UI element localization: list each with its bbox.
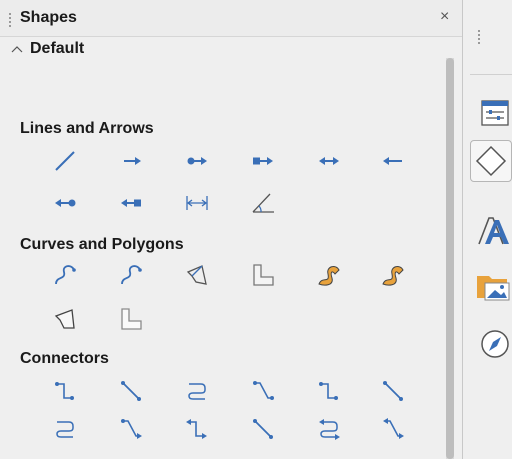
line-connector-arrow-icon[interactable]	[118, 416, 144, 442]
angle-line-icon[interactable]	[250, 190, 276, 216]
styles-icon	[478, 217, 509, 245]
curved-connector-arrows-icon[interactable]	[52, 416, 78, 442]
line-arrow-start-icon[interactable]	[380, 148, 406, 174]
shapes-icon	[475, 145, 507, 177]
square-line-icon[interactable]	[118, 190, 144, 216]
compass-icon	[481, 330, 509, 358]
freeform-filled-icon[interactable]	[380, 262, 406, 288]
curved-connector-arrows-2-icon[interactable]	[316, 416, 342, 442]
connector-arrows-icon[interactable]	[184, 416, 210, 442]
sidebar-separator	[470, 74, 512, 75]
polygon-45-icon[interactable]	[250, 262, 276, 288]
curve-icon[interactable]	[52, 262, 78, 288]
line-connector-icon[interactable]	[250, 378, 276, 404]
line-square-arrow-icon[interactable]	[250, 148, 276, 174]
properties-icon	[481, 100, 509, 126]
chevron-up-icon	[11, 46, 23, 53]
line-arrow-end-icon[interactable]	[118, 148, 144, 174]
line-icon[interactable]	[52, 148, 78, 174]
curved-connector-icon[interactable]	[184, 378, 210, 404]
line-circle-arrow-icon[interactable]	[184, 148, 210, 174]
shapes-panel: Shapes × Default Lines and Arrows Curves…	[0, 0, 462, 459]
panel-title: Shapes	[20, 9, 77, 26]
line-connector-arrows-icon[interactable]	[380, 416, 406, 442]
gallery-button[interactable]	[473, 266, 512, 306]
sidebar-drag-handle[interactable]	[478, 30, 480, 44]
polygon-filled-icon[interactable]	[52, 306, 78, 332]
freeform-curve-icon[interactable]	[118, 262, 144, 288]
scrollbar-thumb[interactable]	[446, 58, 454, 459]
section-title-connectors: Connectors	[20, 350, 109, 367]
section-title-curves: Curves and Polygons	[20, 236, 184, 253]
connector-icon[interactable]	[52, 378, 78, 404]
default-expander[interactable]: Default	[10, 40, 84, 58]
shapes-tab-button[interactable]	[470, 140, 512, 182]
straight-connector-arrows-icon[interactable]	[250, 416, 276, 442]
dimension-line-icon[interactable]	[184, 190, 210, 216]
vertical-scrollbar[interactable]	[446, 58, 454, 459]
expander-label: Default	[30, 40, 85, 57]
polygon-icon[interactable]	[184, 262, 210, 288]
polygon-45-filled-icon[interactable]	[118, 306, 144, 332]
navigator-button[interactable]	[473, 320, 512, 360]
properties-button[interactable]	[473, 92, 512, 132]
straight-connector-icon[interactable]	[118, 378, 144, 404]
drag-handle[interactable]	[9, 13, 11, 27]
section-title-lines: Lines and Arrows	[20, 120, 154, 137]
straight-connector-arrow-icon[interactable]	[380, 378, 406, 404]
line-double-arrow-icon[interactable]	[316, 148, 342, 174]
circle-line-icon[interactable]	[52, 190, 78, 216]
panel-header: Shapes ×	[0, 0, 462, 37]
gallery-icon	[477, 276, 510, 301]
connector-arrow-icon[interactable]	[316, 378, 342, 404]
curve-filled-icon[interactable]	[316, 262, 342, 288]
close-button[interactable]: ×	[440, 8, 449, 26]
styles-button[interactable]	[473, 212, 512, 252]
